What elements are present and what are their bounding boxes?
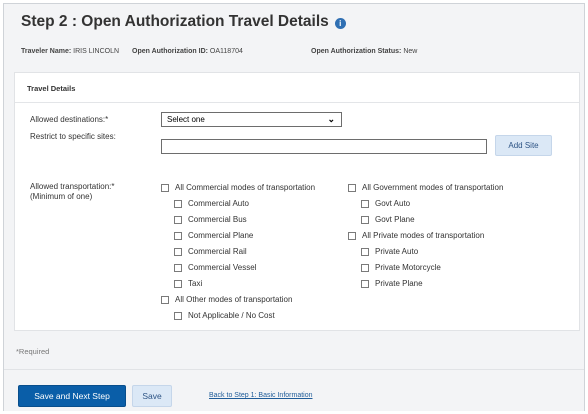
checkbox-label: Private Plane bbox=[375, 279, 423, 288]
checkbox-label: Commercial Plane bbox=[188, 231, 254, 240]
traveler-name: Traveler Name: IRIS LINCOLN bbox=[21, 48, 119, 55]
allowed-destinations-label: Allowed destinations:* bbox=[30, 115, 109, 124]
oa-id-value: OA118704 bbox=[209, 48, 243, 55]
checkbox-all-other[interactable]: All Other modes of transportation bbox=[161, 295, 292, 305]
save-and-next-button[interactable]: Save and Next Step bbox=[18, 385, 126, 407]
checkbox-all-government[interactable]: All Government modes of transportation bbox=[348, 183, 503, 193]
traveler-name-value: IRIS LINCOLN bbox=[73, 48, 120, 55]
oa-status-label: Open Authorization Status: bbox=[311, 48, 402, 55]
checkbox-commercial-bus[interactable]: Commercial Bus bbox=[174, 215, 247, 225]
checkbox-label: Commercial Auto bbox=[188, 199, 249, 208]
checkbox-label: All Private modes of transportation bbox=[362, 231, 485, 240]
required-note: *Required bbox=[16, 347, 50, 356]
footer-actions: Save and Next Step Save Back to Step 1: … bbox=[4, 369, 584, 411]
checkbox-private-motorcycle[interactable]: Private Motorcycle bbox=[361, 263, 441, 273]
checkbox-not-applicable[interactable]: Not Applicable / No Cost bbox=[174, 311, 275, 321]
checkbox-box[interactable] bbox=[361, 216, 369, 224]
page-title-text: Step 2 : Open Authorization Travel Detai… bbox=[21, 13, 329, 30]
oa-id-label: Open Authorization ID: bbox=[132, 48, 208, 55]
checkbox-private-auto[interactable]: Private Auto bbox=[361, 247, 418, 257]
checkbox-govt-auto[interactable]: Govt Auto bbox=[361, 199, 410, 209]
checkbox-label: All Other modes of transportation bbox=[175, 295, 293, 304]
oa-status-value: New bbox=[403, 48, 418, 55]
save-button[interactable]: Save bbox=[132, 385, 172, 407]
checkbox-govt-plane[interactable]: Govt Plane bbox=[361, 215, 415, 225]
checkbox-box[interactable] bbox=[348, 184, 356, 192]
checkbox-label: Govt Auto bbox=[375, 199, 411, 208]
checkbox-box[interactable] bbox=[161, 184, 169, 192]
checkbox-label: Taxi bbox=[188, 279, 203, 288]
checkbox-commercial-plane[interactable]: Commercial Plane bbox=[174, 231, 253, 241]
checkbox-box[interactable] bbox=[174, 280, 182, 288]
restrict-sites-input[interactable] bbox=[161, 139, 487, 154]
help-icon[interactable]: i bbox=[334, 18, 346, 29]
checkbox-box[interactable] bbox=[361, 280, 369, 288]
page-header: Step 2 : Open Authorization Travel Detai… bbox=[4, 4, 584, 72]
checkbox-box[interactable] bbox=[348, 232, 356, 240]
checkbox-all-private[interactable]: All Private modes of transportation bbox=[348, 231, 484, 241]
open-authorization-id: Open Authorization ID: OA118704 bbox=[132, 48, 243, 55]
checkbox-box[interactable] bbox=[361, 200, 369, 208]
checkbox-box[interactable] bbox=[174, 312, 182, 320]
allowed-destinations-select[interactable]: Select one ⌄ bbox=[161, 112, 342, 127]
checkbox-label: Commercial Bus bbox=[188, 215, 247, 224]
add-site-button[interactable]: Add Site bbox=[495, 135, 552, 156]
checkbox-box[interactable] bbox=[174, 232, 182, 240]
travel-details-title: Travel Details bbox=[27, 84, 76, 93]
page-title: Step 2 : Open Authorization Travel Detai… bbox=[21, 13, 346, 31]
travel-details-panel: Travel Details Allowed destinations:* Se… bbox=[14, 72, 580, 331]
open-authorization-status: Open Authorization Status: New bbox=[311, 48, 417, 55]
allowed-transportation-label: Allowed transportation:* bbox=[30, 182, 115, 191]
checkbox-taxi[interactable]: Taxi bbox=[174, 279, 202, 289]
checkbox-label: Commercial Vessel bbox=[188, 263, 257, 272]
checkbox-commercial-vessel[interactable]: Commercial Vessel bbox=[174, 263, 256, 273]
page-frame: Step 2 : Open Authorization Travel Detai… bbox=[3, 3, 585, 411]
allowed-transportation-note: (Minimum of one) bbox=[30, 192, 93, 201]
restrict-sites-label: Restrict to specific sites: bbox=[30, 132, 116, 141]
checkbox-box[interactable] bbox=[361, 248, 369, 256]
checkbox-box[interactable] bbox=[161, 296, 169, 304]
checkbox-box[interactable] bbox=[174, 248, 182, 256]
checkbox-label: Commercial Rail bbox=[188, 247, 247, 256]
traveler-name-label: Traveler Name: bbox=[21, 48, 72, 55]
checkbox-commercial-rail[interactable]: Commercial Rail bbox=[174, 247, 247, 257]
checkbox-label: All Government modes of transportation bbox=[362, 183, 504, 192]
allowed-destinations-value: Select one bbox=[167, 115, 205, 124]
checkbox-box[interactable] bbox=[174, 200, 182, 208]
checkbox-all-commercial[interactable]: All Commercial modes of transportation bbox=[161, 183, 315, 193]
travel-details-header: Travel Details bbox=[15, 73, 579, 103]
checkbox-box[interactable] bbox=[174, 264, 182, 272]
checkbox-private-plane[interactable]: Private Plane bbox=[361, 279, 423, 289]
checkbox-box[interactable] bbox=[361, 264, 369, 272]
chevron-down-icon: ⌄ bbox=[327, 114, 335, 124]
checkbox-label: Not Applicable / No Cost bbox=[188, 311, 275, 320]
checkbox-commercial-auto[interactable]: Commercial Auto bbox=[174, 199, 249, 209]
back-to-step-1-link[interactable]: Back to Step 1: Basic Information bbox=[209, 392, 313, 399]
checkbox-label: Private Auto bbox=[375, 247, 419, 256]
checkbox-box[interactable] bbox=[174, 216, 182, 224]
checkbox-label: Govt Plane bbox=[375, 215, 415, 224]
checkbox-label: All Commercial modes of transportation bbox=[175, 183, 316, 192]
checkbox-label: Private Motorcycle bbox=[375, 263, 441, 272]
